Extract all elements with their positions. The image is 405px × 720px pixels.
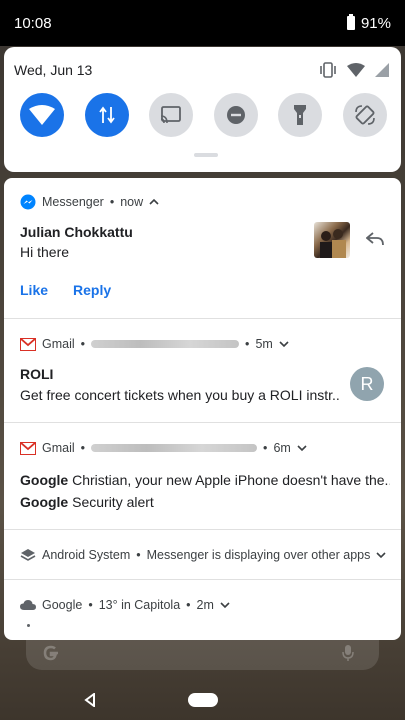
dnd-tile[interactable] [213, 93, 258, 137]
gmail-icon [20, 337, 36, 351]
clock: 10:08 [14, 14, 52, 32]
chevron-down-icon[interactable] [376, 551, 386, 559]
sender-name: Julian Chokkattu [20, 224, 133, 240]
notification-header: Gmail • • 6m [20, 441, 307, 455]
separator-dot: • [263, 441, 268, 455]
app-name: Gmail [42, 441, 75, 455]
app-name: Gmail [42, 337, 75, 351]
do-not-disturb-icon [226, 106, 245, 124]
navigation-bar [0, 680, 405, 720]
overflow-dot [27, 624, 30, 627]
app-name: Messenger [42, 195, 104, 209]
back-icon[interactable] [84, 693, 96, 707]
avatar-letter: R [360, 373, 374, 394]
expand-handle[interactable] [194, 153, 218, 157]
battery-percent: 91% [360, 14, 391, 32]
notification-header: Gmail • • 5m [20, 337, 289, 351]
app-name: Google [42, 598, 83, 612]
quick-tiles [4, 83, 401, 137]
auto-rotate-tile[interactable] [342, 93, 387, 137]
battery-icon [346, 14, 355, 30]
separator-dot: • [109, 195, 115, 209]
gmail-notification-roli[interactable]: Gmail • • 5m ROLI Get free concert ticke… [4, 319, 401, 423]
notification-time: 2m [196, 598, 214, 612]
home-button[interactable] [187, 693, 218, 707]
message-text: Hi there [20, 244, 70, 260]
email-sender: ROLI [20, 366, 54, 382]
layers-icon [20, 549, 36, 561]
google-g-icon [43, 645, 58, 661]
notification-time: 5m [255, 337, 273, 351]
redacted-email [91, 444, 258, 452]
quick-settings-header: Wed, Jun 13 [4, 47, 401, 83]
photo-people-icon [320, 229, 346, 258]
wifi-tile[interactable] [20, 93, 64, 137]
wifi-status-icon [347, 63, 365, 77]
data-transfer-icon [98, 106, 115, 124]
rotate-icon [355, 105, 375, 125]
android-system-notification[interactable]: Android System • Messenger is displaying… [4, 530, 401, 580]
chevron-down-icon[interactable] [220, 601, 230, 609]
wifi-icon [29, 105, 55, 125]
separator-dot: • [136, 548, 141, 562]
notification-text: Messenger is displaying over other apps [146, 548, 371, 562]
notification-header: Android System • Messenger is displaying… [20, 548, 386, 562]
weather-text: 13° in Capitola [98, 598, 181, 612]
signal-icon [375, 63, 389, 77]
notification-header: Messenger • now [20, 194, 159, 210]
separator-dot: • [88, 598, 93, 612]
email-line-2: Google Security alert [20, 494, 154, 510]
quick-settings-panel: Wed, Jun 13 [4, 47, 401, 172]
notification-time: now [120, 195, 144, 209]
redacted-email [91, 340, 240, 348]
email-line-1: Google Christian, your new Apple iPhone … [20, 472, 390, 488]
flashlight-tile[interactable] [278, 93, 323, 137]
date-label: Wed, Jun 13 [14, 62, 93, 78]
email-sender: Google [20, 494, 69, 510]
navigation-area [0, 640, 405, 720]
qs-status-icons [319, 62, 389, 78]
mobile-data-tile[interactable] [84, 93, 129, 137]
cloud-icon [20, 600, 36, 610]
chevron-down-icon[interactable] [297, 444, 307, 452]
contact-photo [314, 222, 350, 258]
notification-time: 6m [273, 441, 291, 455]
app-name: Android System [42, 548, 131, 562]
status-right: 91% [346, 14, 391, 32]
separator-dot: • [80, 441, 86, 455]
gmail-notification-google[interactable]: Gmail • • 6m Google Christian, your new … [4, 423, 401, 530]
chevron-down-icon[interactable] [279, 340, 289, 348]
notification-stack: Messenger • now Julian Chokkattu Hi ther… [4, 178, 401, 640]
email-subject: Christian, your new Apple iPhone doesn't… [72, 472, 390, 488]
like-button[interactable]: Like [20, 282, 48, 298]
separator-dot: • [245, 337, 250, 351]
cast-icon [161, 106, 182, 124]
status-bar: 10:08 91% [0, 0, 405, 46]
chevron-up-icon[interactable] [149, 198, 159, 206]
mic-icon[interactable] [342, 644, 354, 662]
google-search-bar[interactable] [26, 640, 379, 670]
gmail-icon [20, 441, 36, 455]
cast-tile[interactable] [149, 93, 194, 137]
messenger-notification[interactable]: Messenger • now Julian Chokkattu Hi ther… [4, 178, 401, 319]
notification-header: Google • 13° in Capitola • 2m [20, 598, 230, 612]
email-subject: Get free concert tickets when you buy a … [20, 387, 340, 403]
reply-arrow-icon[interactable] [366, 232, 384, 246]
avatar: R [350, 367, 384, 401]
separator-dot: • [80, 337, 86, 351]
email-subject: Security alert [72, 494, 154, 510]
vibrate-icon [320, 62, 336, 78]
messenger-icon [20, 194, 36, 210]
reply-button[interactable]: Reply [73, 282, 111, 298]
weather-notification[interactable]: Google • 13° in Capitola • 2m [4, 580, 401, 640]
email-sender: Google [20, 472, 69, 488]
flashlight-icon [294, 105, 307, 125]
separator-dot: • [186, 598, 191, 612]
